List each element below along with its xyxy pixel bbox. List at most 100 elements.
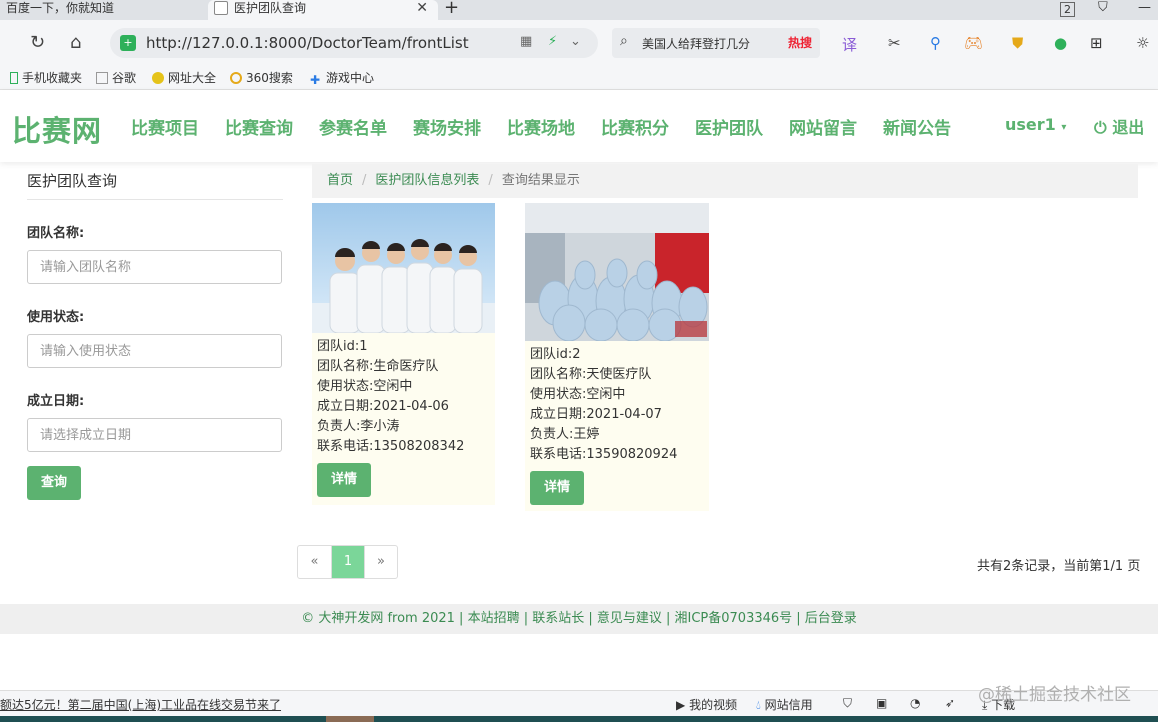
founded-date-input[interactable] — [27, 418, 282, 452]
os-taskbar — [0, 716, 1158, 722]
new-tab-icon[interactable]: + — [444, 0, 459, 18]
bookmark-mobile[interactable]: 手机收藏夹 — [10, 69, 82, 86]
nav-item-messages[interactable]: 网站留言 — [789, 114, 857, 139]
drop-icon: 💧︎ — [756, 698, 761, 712]
my-video-button[interactable]: ▶ 我的视频 — [676, 696, 737, 713]
site-logo[interactable]: 比赛网 — [12, 108, 102, 150]
prev-page-button[interactable]: « — [298, 546, 331, 578]
user-menu[interactable]: user1 ▾ — [1005, 115, 1066, 134]
browser-tab-active[interactable]: 医护团队查询 ✕ — [208, 0, 438, 20]
puzzle-icon: ✚ — [310, 73, 321, 87]
close-tab-icon[interactable]: ✕ — [416, 0, 428, 16]
nav-item-projects[interactable]: 比赛项目 — [131, 114, 199, 139]
site-credit-button[interactable]: 💧︎ 网站信用 — [756, 696, 813, 713]
wallet-icon[interactable]: ⛊ — [1012, 34, 1023, 52]
team-info: 团队id:1 团队名称:生命医疗队 使用状态:空闲中 成立日期:2021-04-… — [312, 333, 495, 461]
team-photo[interactable] — [312, 203, 495, 333]
power-icon: ⏻ — [1094, 118, 1107, 137]
green-circle-icon[interactable]: ● — [1054, 34, 1067, 52]
rocket-icon[interactable]: ➶ — [945, 696, 955, 710]
browser-tab-baidu[interactable]: 百度一下，你就知道 — [0, 0, 200, 20]
breadcrumb-separator: / — [362, 173, 367, 188]
brightness-icon[interactable]: ☼ — [1136, 34, 1149, 52]
nav-item-roster[interactable]: 参赛名单 — [319, 114, 387, 139]
bookmark-games[interactable]: ✚ 游戏中心 — [310, 69, 374, 87]
team-info: 团队id:2 团队名称:天使医疗队 使用状态:空闲中 成立日期:2021-04-… — [525, 341, 709, 469]
team-phone: 联系电话:13508208342 — [317, 439, 465, 454]
phone-icon — [10, 72, 18, 84]
team-name: 团队名称:生命医疗队 — [317, 359, 439, 374]
bookmark-google[interactable]: 谷歌 — [96, 69, 136, 86]
team-leader: 负责人:王婷 — [530, 427, 600, 442]
chevron-down-icon[interactable]: ⌄ — [570, 34, 581, 49]
team-leader: 负责人:李小涛 — [317, 419, 400, 434]
url-text[interactable]: http://127.0.0.1:8000/DoctorTeam/frontLi… — [146, 34, 469, 52]
address-bar-row: ↻ ⌂ + http://127.0.0.1:8000/DoctorTeam/f… — [0, 20, 1158, 66]
team-date: 成立日期:2021-04-06 — [317, 399, 449, 414]
tab-count-badge[interactable]: 2 — [1060, 2, 1075, 17]
apps-grid-icon[interactable]: ⊞ — [1090, 34, 1103, 52]
nav-item-news[interactable]: 新闻公告 — [883, 114, 951, 139]
team-name-label: 团队名称: — [27, 226, 85, 241]
logout-button[interactable]: ⏻ 退出 — [1094, 114, 1144, 138]
qr-icon[interactable]: ▦ — [520, 34, 532, 49]
founded-date-label: 成立日期: — [27, 394, 85, 409]
detail-button[interactable]: 详情 — [530, 471, 584, 505]
active-tab-title: 医护团队查询 — [234, 1, 307, 15]
magnifier-icon[interactable]: ⚲ — [930, 34, 941, 52]
breadcrumb-home[interactable]: 首页 — [327, 173, 353, 188]
breadcrumb: 首页 / 医护团队信息列表 / 查询结果显示 — [312, 164, 1138, 198]
minimize-icon[interactable]: — — [1138, 0, 1151, 15]
team-status: 使用状态:空闲中 — [530, 387, 626, 402]
lightning-icon[interactable]: ⚡ — [548, 34, 557, 49]
video-icon: ▶ — [676, 698, 686, 712]
page-icon — [96, 72, 108, 84]
search-text[interactable]: 美国人给拜登打几分 — [642, 35, 750, 52]
game-icon[interactable]: 🎮︎ — [964, 34, 983, 52]
pagination: « 1 » — [297, 545, 398, 579]
page-favicon-icon — [214, 1, 228, 15]
team-name: 团队名称:天使医疗队 — [530, 367, 652, 382]
bookmark-360[interactable]: 360搜索 — [230, 69, 293, 86]
page-1-button[interactable]: 1 — [331, 546, 364, 578]
team-name-input[interactable] — [27, 250, 282, 284]
taskbar-highlight — [326, 716, 374, 722]
nav-item-venues[interactable]: 比赛场地 — [507, 114, 575, 139]
news-ticker[interactable]: 额达5亿元！第二届中国(上海)工业品在线交易节来了 — [0, 696, 281, 713]
team-id: 团队id:2 — [530, 347, 581, 362]
nav-item-points[interactable]: 比赛积分 — [601, 114, 669, 139]
sidebar-title: 医护团队查询 — [27, 170, 283, 200]
home-icon[interactable]: ⌂ — [70, 32, 81, 53]
nav-item-search[interactable]: 比赛查询 — [225, 114, 293, 139]
bookmark-directory[interactable]: 网址大全 — [152, 69, 216, 86]
site-directory-icon — [152, 72, 164, 84]
next-page-button[interactable]: » — [364, 546, 397, 578]
speed-icon[interactable]: ◔ — [910, 696, 920, 710]
usage-status-label: 使用状态: — [27, 310, 85, 325]
shield-icon[interactable]: ⛉ — [843, 696, 852, 711]
team-id: 团队id:1 — [317, 339, 368, 354]
breadcrumb-list[interactable]: 医护团队信息列表 — [375, 173, 479, 188]
secure-shield-icon: + — [120, 35, 136, 51]
image-icon[interactable]: ▣ — [876, 696, 887, 710]
site-footer[interactable]: © 大神开发网 from 2021 | 本站招聘 | 联系站长 | 意见与建议 … — [0, 604, 1158, 634]
site-header: 比赛网 比赛项目 比赛查询 参赛名单 赛场安排 比赛场地 比赛积分 医护团队 网… — [0, 90, 1158, 162]
query-button[interactable]: 查询 — [27, 466, 81, 500]
team-phone: 联系电话:13590820924 — [530, 447, 678, 462]
team-photo[interactable] — [525, 203, 709, 341]
scissors-icon[interactable]: ✂ — [888, 34, 901, 52]
nav-item-schedule[interactable]: 赛场安排 — [413, 114, 481, 139]
detail-button[interactable]: 详情 — [317, 463, 371, 497]
nav-item-medical-team[interactable]: 医护团队 — [695, 114, 763, 139]
hot-search-badge[interactable]: 热搜 — [788, 34, 812, 51]
usage-status-input[interactable] — [27, 334, 282, 368]
address-bar[interactable]: + http://127.0.0.1:8000/DoctorTeam/front… — [110, 28, 598, 58]
bookmarks-bar: 手机收藏夹 谷歌 网址大全 360搜索 ✚ 游戏中心 — [0, 66, 1158, 90]
shirt-icon[interactable]: ⛉ — [1098, 0, 1108, 15]
translate-icon[interactable]: 译 — [842, 34, 857, 55]
refresh-icon[interactable]: ↻ — [30, 32, 45, 53]
team-card: 团队id:2 团队名称:天使医疗队 使用状态:空闲中 成立日期:2021-04-… — [525, 203, 709, 511]
search-box[interactable]: ⌕ 美国人给拜登打几分 热搜 — [612, 28, 820, 58]
page-info: 共有2条记录，当前第1/1 页 — [977, 559, 1141, 574]
breadcrumb-separator: / — [488, 173, 493, 188]
